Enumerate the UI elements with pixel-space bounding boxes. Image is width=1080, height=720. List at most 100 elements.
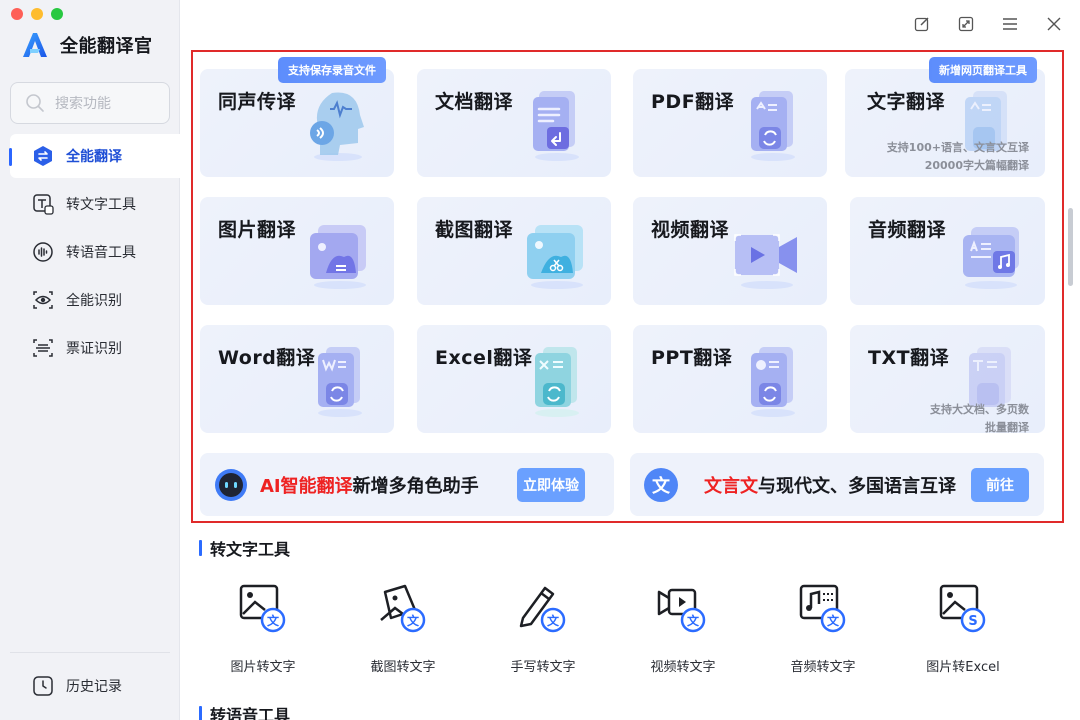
go-button[interactable]: 前往 [971,468,1029,502]
svg-text:文: 文 [407,613,420,628]
tool-handwriting-to-text[interactable]: 文 手写转文字 [483,580,603,675]
card-note: 支持大文档、多页数 批量翻译 [930,401,1029,437]
tool-image-to-excel[interactable]: S 图片转Excel [903,580,1023,675]
scan-frame-icon [33,339,53,357]
section-title-text-tools: 转文字工具 [199,536,290,560]
svg-text:S: S [968,614,977,629]
ppt-file-icon [751,347,795,417]
classical-text-icon: 文 [644,467,678,502]
tool-label: 图片转Excel [926,660,1000,675]
banner-text: AI智能翻译新增多角色助手 [260,472,479,498]
minimize-window-button[interactable] [31,8,43,20]
card-simultaneous-interpretation[interactable]: 支持保存录音文件 同声传译 [200,57,394,177]
section-title-label: 转文字工具 [210,540,291,559]
history-button[interactable]: 历史记录 [10,664,170,708]
card-word-translate[interactable]: Word翻译 [200,325,394,433]
image-icon [310,225,366,289]
classical-chinese-banner[interactable]: 文 文言文与现代文、多国语言互译 前往 [630,453,1044,516]
text-convert-icon [33,194,54,215]
close-window-button[interactable] [11,8,23,20]
tool-label: 音频转文字 [790,660,856,675]
sidebar-item-voice-tools[interactable]: 转语音工具 [10,230,180,274]
banner-highlight: 文言文 [704,475,758,497]
app-brand: 全能翻译官 [22,32,153,58]
sidebar-item-label: 全能识别 [66,293,122,309]
card-title: 文档翻译 [435,91,514,113]
sidebar-item-all-recognition[interactable]: 全能识别 [10,278,180,322]
pdf-file-icon [751,91,795,161]
sidebar-item-all-translate[interactable]: 全能翻译 [9,134,180,178]
banner-highlight: AI智能翻译 [260,475,353,497]
excel-file-icon [535,347,579,417]
tool-video-to-text[interactable]: 文 视频转文字 [623,580,743,675]
history-icon [33,676,53,696]
card-title: 同声传译 [218,91,297,113]
card-text-translate[interactable]: 新增网页翻译工具 文字翻译 支持100+语言、文言文互译 20000字大篇幅翻译 [845,57,1045,177]
ai-translate-banner[interactable]: AI智能翻译新增多角色助手 立即体验 [200,453,614,516]
svg-text:文: 文 [267,613,280,628]
card-ppt-translate[interactable]: PPT翻译 [633,325,827,433]
card-title: 截图翻译 [435,219,514,241]
search-icon [26,94,44,112]
edit-icon[interactable] [912,14,932,34]
sidebar: 全能翻译官 搜索功能 全能翻译 转文字工具 转语音工具 全能识别 票证识别 历史… [0,0,180,720]
card-title: 音频翻译 [868,219,947,241]
pin-window-icon[interactable] [956,14,976,34]
audio-file-icon [963,227,1019,289]
sidebar-item-text-tools[interactable]: 转文字工具 [10,182,180,226]
tool-audio-to-text[interactable]: 文 音频转文字 [763,580,883,675]
card-document-translate[interactable]: 文档翻译 [417,69,611,177]
voice-icon [33,242,53,262]
card-title: Excel翻译 [435,347,533,369]
note-line: 20000字大篇幅翻译 [924,159,1029,172]
sidebar-item-ticket-recognition[interactable]: 票证识别 [10,326,180,370]
close-icon[interactable] [1044,14,1064,34]
app-logo-icon [23,33,47,57]
card-audio-translate[interactable]: 音频翻译 [850,197,1045,305]
banner-text: 文言文与现代文、多国语言互译 [704,472,956,498]
card-image-translate[interactable]: 图片翻译 [200,197,394,305]
search-input[interactable]: 搜索功能 [10,82,170,124]
card-excel-translate[interactable]: Excel翻译 [417,325,611,433]
status-badge: 新增网页翻译工具 [929,57,1037,83]
banner-body: 与现代文、多国语言互译 [758,475,956,497]
top-toolbar [181,0,1080,48]
try-now-button[interactable]: 立即体验 [517,468,585,502]
tool-screenshot-to-text[interactable]: 文 截图转文字 [343,580,463,675]
svg-text:文: 文 [827,613,840,628]
card-pdf-translate[interactable]: PDF翻译 [633,69,827,177]
note-line: 支持大文档、多页数 [930,403,1029,416]
sidebar-item-label: 转文字工具 [66,197,136,213]
sidebar-item-label: 全能翻译 [66,149,122,165]
card-title: Word翻译 [218,347,316,369]
svg-text:文: 文 [687,613,700,628]
word-file-icon [318,347,362,417]
tool-label: 手写转文字 [510,660,576,675]
sidebar-item-label: 转语音工具 [66,245,136,261]
card-title: 视频翻译 [651,219,730,241]
svg-text:文: 文 [547,613,560,628]
app-name: 全能翻译官 [60,36,153,57]
image-to-text-icon: 文 [239,584,286,633]
card-title: PPT翻译 [651,347,733,369]
audio-to-text-icon: 文 [799,584,846,633]
note-line: 支持100+语言、文言文互译 [886,141,1029,154]
card-title: 图片翻译 [218,219,297,241]
banner-body: 新增多角色助手 [352,475,479,497]
zoom-window-button[interactable] [51,8,63,20]
interpretation-head-icon [310,92,364,161]
robot-icon [215,468,247,501]
card-screenshot-translate[interactable]: 截图翻译 [417,197,611,305]
card-video-translate[interactable]: 视频翻译 [633,197,827,305]
card-txt-translate[interactable]: TXT翻译 支持大文档、多页数 批量翻译 [850,325,1045,434]
tool-image-to-text[interactable]: 文 图片转文字 [203,580,323,675]
section-title-label: 转语音工具 [210,706,291,720]
history-label: 历史记录 [66,679,122,695]
document-icon [533,91,579,161]
status-badge: 支持保存录音文件 [278,57,386,83]
main-content: 支持保存录音文件 同声传译 文档翻译 PDF翻译 新增网页翻译工具 文字翻译 支… [181,0,1080,720]
window-controls [11,8,63,20]
scrollbar[interactable] [1068,208,1073,286]
sidebar-item-label: 票证识别 [66,341,122,357]
menu-icon[interactable] [1000,14,1020,34]
